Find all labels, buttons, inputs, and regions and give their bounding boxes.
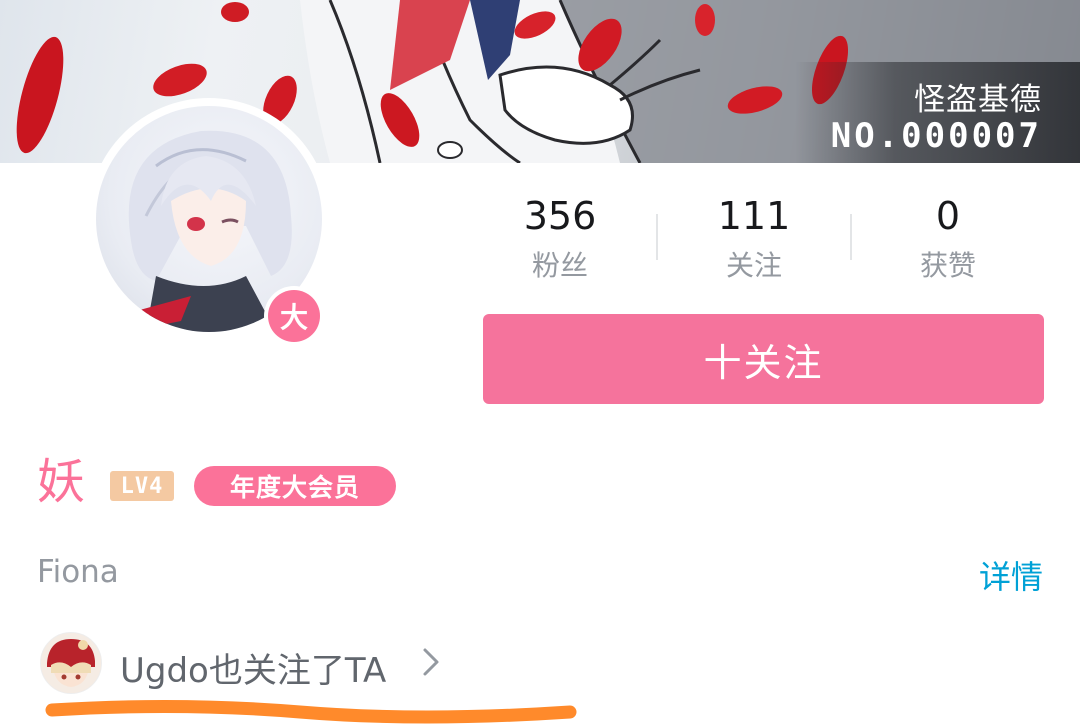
stat-divider	[850, 214, 852, 260]
banner-title: 怪盗基德	[914, 82, 1042, 118]
vip-badge: 大	[264, 286, 324, 346]
annotation-underline	[45, 699, 577, 724]
vip-badge-label: 大	[268, 290, 320, 342]
banner-number: NO.000007	[830, 116, 1042, 156]
stat-likes[interactable]: 0 获赞	[858, 192, 1038, 286]
stat-fans-label: 粉丝	[531, 249, 588, 282]
stat-fans-value: 356	[523, 194, 597, 238]
user-sign: Fiona	[37, 554, 119, 590]
level-badge: LV4	[110, 471, 174, 501]
mutual-follow-text[interactable]: Ugdo也关注了TA	[120, 643, 386, 692]
detail-link[interactable]: 详情	[979, 552, 1043, 598]
stat-likes-label: 获赞	[919, 249, 976, 282]
stat-fans[interactable]: 356 粉丝	[470, 192, 650, 286]
follow-button[interactable]: 十关注	[483, 314, 1044, 404]
chevron-right-icon[interactable]	[420, 642, 442, 682]
stat-likes-value: 0	[935, 194, 961, 238]
stat-following[interactable]: 111 关注	[664, 192, 844, 286]
annual-vip-tag[interactable]: 年度大会员	[194, 466, 396, 506]
stat-divider	[656, 214, 658, 260]
stat-following-value: 111	[717, 194, 791, 238]
mutual-follower-avatar[interactable]	[40, 632, 102, 694]
stat-following-label: 关注	[725, 249, 782, 282]
user-nickname: 妖	[37, 454, 86, 510]
